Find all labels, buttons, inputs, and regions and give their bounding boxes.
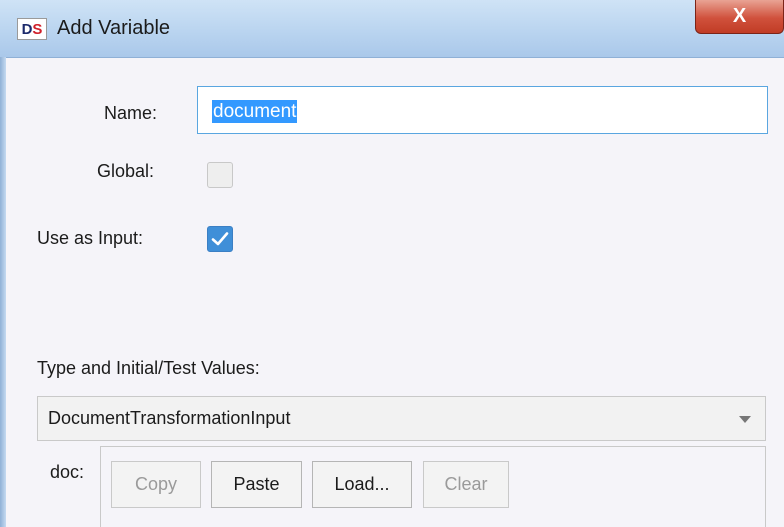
doc-label: doc: [50,462,85,482]
name-label: Name: [104,103,158,123]
checkmark-icon [211,232,229,246]
paste-button[interactable]: Paste [211,461,302,508]
app-logo-letter-d: D [21,20,33,38]
name-input-value: document [212,100,298,123]
add-variable-dialog: DS Add Variable X Name: document Global:… [0,0,784,527]
type-dropdown-value: DocumentTransformationInput [48,408,291,428]
type-section-label: Type and Initial/Test Values: [37,358,260,378]
type-dropdown[interactable]: DocumentTransformationInput [37,396,766,441]
global-checkbox[interactable] [207,162,233,188]
window-title: Add Variable [57,17,171,39]
chevron-down-icon [739,416,751,423]
title-bar[interactable]: DS Add Variable X [0,0,784,58]
use-as-input-checkbox[interactable] [207,226,233,252]
app-logo-icon: DS [17,18,47,40]
app-logo-letter-s: S [32,20,43,38]
use-as-input-label: Use as Input: [37,228,144,248]
global-label: Global: [97,161,155,181]
close-button[interactable]: X [695,0,784,34]
load-button[interactable]: Load... [312,461,412,508]
close-icon: X [732,5,747,27]
window-border-left [0,57,6,527]
clear-button[interactable]: Clear [423,461,509,508]
copy-button[interactable]: Copy [111,461,201,508]
